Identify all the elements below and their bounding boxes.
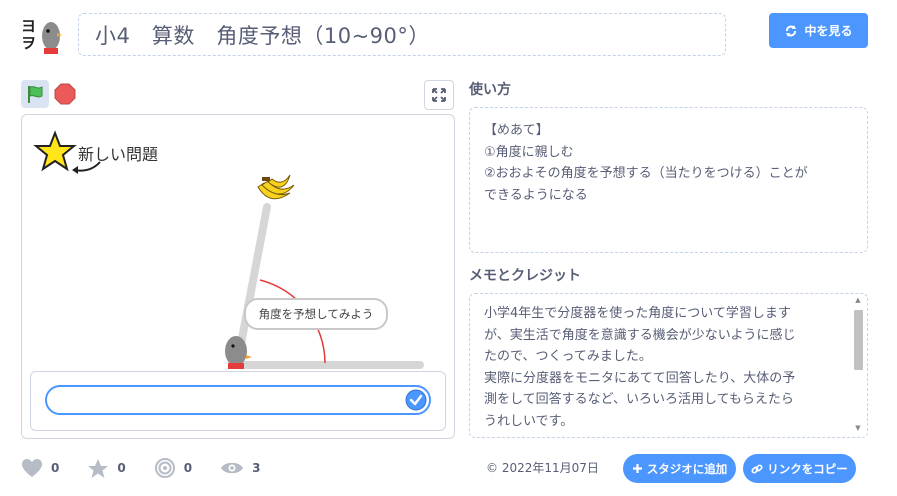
see-inside-icon xyxy=(786,24,797,37)
scroll-thumb[interactable] xyxy=(854,310,863,370)
share-date: © 2022年11月07日 xyxy=(486,461,599,475)
instructions-line: ①角度に親しむ xyxy=(484,144,574,160)
instructions-line: ②おおよその角度を予想する（当たりをつける）ことが xyxy=(484,166,808,181)
heart-icon xyxy=(22,459,42,477)
instructions-line: できるようになる xyxy=(484,187,588,203)
love-count: 0 xyxy=(51,461,60,475)
green-flag-icon xyxy=(28,86,43,103)
add-to-studio-button[interactable]: スタジオに追加 xyxy=(623,454,736,483)
notes-line: 小学4年生で分度器を使った角度について学習します xyxy=(484,306,791,321)
copy-link-label: リンクをコピー xyxy=(767,461,848,476)
project-title: 小4 算数 角度予想（10~90°） xyxy=(95,23,430,48)
new-problem-label[interactable]: 新しい問題 xyxy=(78,141,158,165)
view-stat: 3 xyxy=(220,460,260,476)
add-to-studio-label: スタジオに追加 xyxy=(646,461,728,476)
svg-text:ヨ: ヨ xyxy=(21,17,36,35)
plus-icon xyxy=(632,464,642,473)
love-stat[interactable]: 0 xyxy=(21,458,59,478)
notes-line: 測をして回答するなど、いろいろ活用してもらえたら xyxy=(484,392,794,407)
banana-icon xyxy=(257,174,295,200)
star-icon xyxy=(33,130,77,172)
scroll-up-arrow-icon[interactable]: ▲ xyxy=(854,296,862,304)
fullscreen-icon xyxy=(432,88,446,102)
answer-panel xyxy=(30,371,446,431)
project-page: ヨ ヲ 小4 算数 角度予想（10~90°） 中を見る 新しい問題 角度を予想し… xyxy=(0,0,897,496)
svg-text:ヲ: ヲ xyxy=(21,34,36,52)
notes-box[interactable]: 小学4年生で分度器を使った角度について学習します が、実生活で角度を意識する機会… xyxy=(469,293,868,438)
star-icon xyxy=(88,458,109,478)
notes-line: うれしいです。 xyxy=(484,413,574,429)
link-icon xyxy=(751,463,763,474)
see-inside-label: 中を見る xyxy=(804,24,853,38)
remix-stat: 0 xyxy=(154,457,192,479)
project-title-field[interactable]: 小4 算数 角度予想（10~90°） xyxy=(78,13,726,56)
view-count: 3 xyxy=(252,461,261,475)
notes-line: たので、つくってみました。 xyxy=(484,349,652,364)
fullscreen-button[interactable] xyxy=(424,80,454,110)
eye-icon xyxy=(221,462,244,474)
favorite-stat[interactable]: 0 xyxy=(87,458,126,479)
scroll-down-arrow-icon[interactable]: ▼ xyxy=(854,424,862,432)
author-avatar[interactable]: ヨ ヲ xyxy=(20,14,64,56)
notes-line: が、実生活で角度を意識する機会が少ないように感じ xyxy=(484,327,796,343)
notes-scrollbar[interactable]: ▲ ▼ xyxy=(851,296,865,434)
notes-heading: メモとクレジット xyxy=(469,268,581,284)
green-flag-button[interactable] xyxy=(21,80,49,108)
answer-input[interactable] xyxy=(45,385,431,415)
instructions-box[interactable]: 【めあて】 ①角度に親しむ ②おおよその角度を予想する（当たりをつける）ことが … xyxy=(469,107,868,253)
instructions-line: 【めあて】 xyxy=(484,123,549,138)
instructions-heading: 使い方 xyxy=(469,82,511,98)
copy-link-button[interactable]: リンクをコピー xyxy=(743,454,856,483)
notes-line: 実際に分度器をモニタにあてて回答したり、大体の予 xyxy=(484,370,796,386)
remix-count: 0 xyxy=(183,461,193,475)
see-inside-button[interactable]: 中を見る xyxy=(769,13,868,48)
favorite-count: 0 xyxy=(117,461,126,475)
project-stage[interactable]: 新しい問題 角度を予想してみよう xyxy=(21,114,455,439)
remix-icon xyxy=(154,458,175,478)
stop-icon xyxy=(54,83,76,105)
stop-button[interactable] xyxy=(53,82,77,106)
speech-bubble: 角度を予想してみよう xyxy=(244,298,388,330)
submit-check-icon[interactable] xyxy=(405,389,427,411)
project-stats: 0 0 0 3 xyxy=(21,456,288,480)
